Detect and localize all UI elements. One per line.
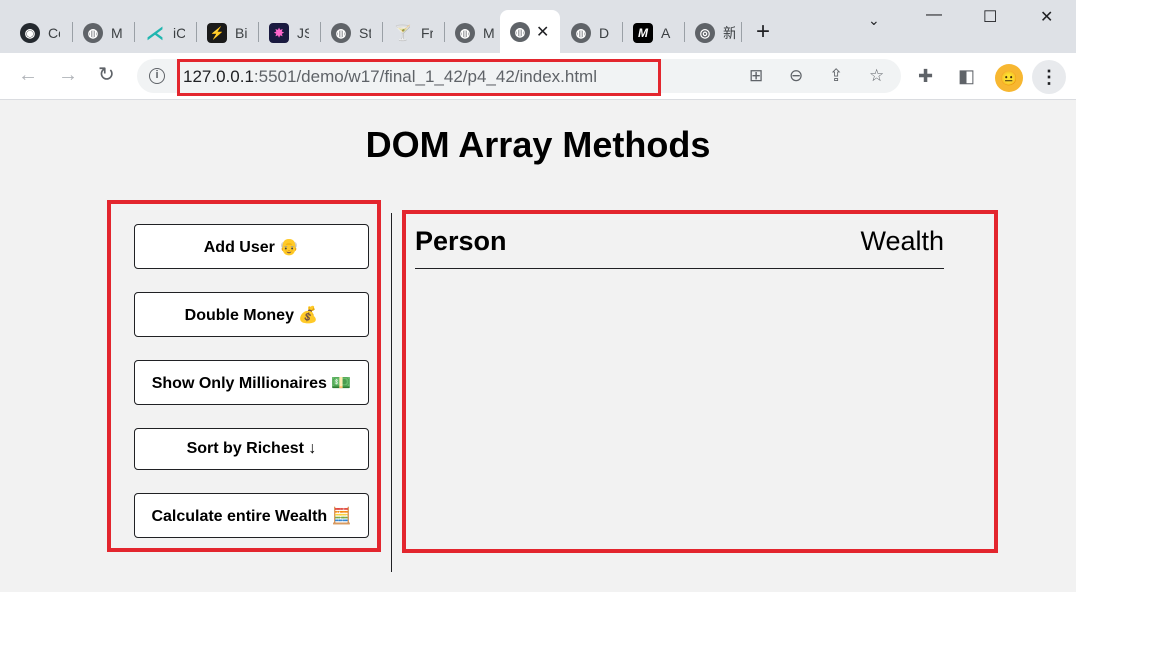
extensions-icon[interactable]: ✚ [918,66,933,87]
wealth-table-panel: Person Wealth [402,210,998,553]
calculate-wealth-button[interactable]: Calculate entire Wealth 🧮 [134,493,369,538]
page-title: DOM Array Methods [365,124,711,165]
sort-richest-button[interactable]: Sort by Richest ↓ [134,428,369,470]
tab-title: St [359,25,371,41]
globe-icon: ◍ [83,23,103,43]
tab-globe-4[interactable]: ◍ D [561,14,621,52]
new-tab-button[interactable]: + [756,20,770,44]
show-millionaires-button[interactable]: Show Only Millionaires 💵 [134,360,369,405]
tab-bolt[interactable]: ⚡ Bi [197,14,257,52]
tab-globe-2[interactable]: ◍ St [321,14,381,52]
m-logo-icon: M [633,23,653,43]
profile-avatar[interactable]: 😐 [995,64,1023,92]
tab-m-logo[interactable]: M A [623,14,683,52]
cocktail-icon: 🍸 [393,25,413,42]
tab-title: A [661,25,671,41]
globe-icon: ◍ [571,23,591,43]
info-icon[interactable]: i [149,68,165,84]
forward-button[interactable]: → [58,64,78,86]
globe-icon: ◍ [455,23,475,43]
menu-icon[interactable]: ⋮ [1032,60,1066,94]
globe-icon: ◍ [331,23,351,43]
tab-title: M [111,25,123,41]
bookmark-star-icon[interactable]: ☆ [869,66,884,86]
tab-icode[interactable]: ⋌ iC [135,14,195,52]
table-header: Person Wealth [415,226,944,269]
wealth-header: Wealth [860,226,944,256]
add-user-button[interactable]: Add User 👴 [134,224,369,269]
back-button[interactable]: ← [18,64,38,86]
tab-title: Bi [235,25,247,41]
share-icon[interactable]: ⇪ [829,66,843,86]
tab-cocktail[interactable]: 🍸 Fr [383,14,443,52]
translate-icon[interactable]: ⊞ [749,66,763,86]
side-panel-icon[interactable]: ◧ [958,66,975,87]
browser-window: ◉ Co ◍ M ⋌ iC ⚡ Bi ✸ JS ◍ St 🍸 [0,0,1076,592]
tab-title: Fr [421,25,433,41]
tab-github[interactable]: ◉ Co [10,14,70,52]
tab-title: iC [173,25,185,41]
tab-active[interactable]: ◍ ✕ [500,10,560,53]
globe-icon: ◍ [510,21,530,42]
tab-title: D [599,25,610,41]
icode-icon: ⋌ [146,22,164,43]
close-tab-icon[interactable]: ✕ [536,22,549,42]
tab-title: Co [48,25,60,41]
vertical-divider [391,213,392,572]
tab-title: M [483,25,495,41]
chrome-icon: ◎ [695,23,715,43]
close-window-button[interactable]: ✕ [1040,7,1053,27]
flower-icon: ✸ [269,23,289,43]
tab-js[interactable]: ✸ JS [259,14,319,52]
controls-panel: Add User 👴 Double Money 💰 Show Only Mill… [107,200,381,552]
bolt-icon: ⚡ [207,23,227,43]
tab-globe-1[interactable]: ◍ M [73,14,133,52]
maximize-button[interactable]: ☐ [983,7,997,27]
github-icon: ◉ [20,23,40,43]
double-money-button[interactable]: Double Money 💰 [134,292,369,337]
browser-toolbar: ← → ↻ i 127.0.0.1:5501/demo/w17/final_1_… [0,53,1076,100]
url-highlight[interactable]: 127.0.0.1:5501/demo/w17/final_1_42/p4_42… [177,59,661,96]
url-host: 127.0.0.1 [183,67,254,86]
tab-title: 新 [723,25,735,41]
reload-button[interactable]: ↻ [98,64,115,86]
minimize-button[interactable]: — [926,6,942,24]
tab-globe-3[interactable]: ◍ M [445,14,500,52]
tab-title: JS [297,25,309,41]
url-path: :5501/demo/w17/final_1_42/p4_42/index.ht… [253,67,597,86]
zoom-out-icon[interactable]: ⊖ [789,66,803,86]
tab-strip: ◉ Co ◍ M ⋌ iC ⚡ Bi ✸ JS ◍ St 🍸 [0,0,1076,53]
tab-search-icon[interactable]: ⌄ [868,12,880,29]
tab-chrome[interactable]: ◎ 新 [685,14,741,52]
person-header: Person [415,226,507,256]
address-bar[interactable]: i 127.0.0.1:5501/demo/w17/final_1_42/p4_… [137,59,901,96]
